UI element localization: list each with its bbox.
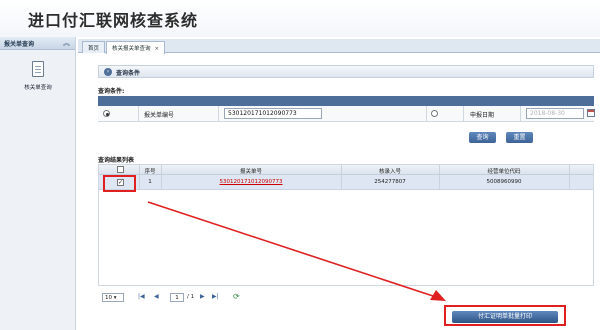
- declaration-no-label: 报关单编号: [144, 112, 175, 119]
- calendar-icon[interactable]: [587, 109, 595, 117]
- close-icon[interactable]: ×: [155, 46, 160, 52]
- results-title: 查询结果列表: [98, 157, 135, 164]
- sidebar: 报关单查询 ︽ 核关单查询: [0, 37, 76, 330]
- refresh-icon[interactable]: ⟳: [233, 292, 240, 301]
- tab-bar: 首页 核关报关单查询 ×: [78, 39, 600, 54]
- divider: [520, 106, 521, 121]
- results-table: 序号 报关单号 核录入号 经营单位代码 ✓ 1 5301201710120907…: [98, 164, 594, 286]
- total-pages: / 1: [187, 294, 195, 300]
- tab-home-label: 首页: [88, 46, 100, 52]
- declare-date-label: 申报日期: [470, 112, 495, 119]
- page-size-select[interactable]: 10 ▾: [102, 293, 124, 302]
- chevron-up-icon[interactable]: ︽: [63, 38, 70, 48]
- divider: [569, 165, 570, 174]
- declaration-no-radio[interactable]: [103, 110, 110, 117]
- sidebar-section-header[interactable]: 报关单查询 ︽: [0, 37, 75, 50]
- page-size-value: 10: [105, 295, 112, 301]
- divider: [463, 106, 464, 121]
- declaration-no-link[interactable]: 530120171012090773: [161, 179, 341, 185]
- tab-home[interactable]: 首页: [82, 41, 106, 53]
- tab-declaration-query[interactable]: 核关报关单查询 ×: [106, 41, 166, 54]
- prev-page-icon[interactable]: ◀: [154, 293, 159, 300]
- query-form-header: [98, 96, 594, 106]
- last-page-icon[interactable]: ▶|: [212, 293, 219, 300]
- next-page-icon[interactable]: ▶: [200, 293, 205, 300]
- app-header: 进口付汇联网核查系统: [0, 0, 600, 37]
- expand-circle-icon[interactable]: ›: [104, 68, 112, 76]
- query-section-header: › 查询条件: [98, 65, 594, 78]
- declaration-no-input[interactable]: 530120171012090773: [224, 108, 322, 119]
- select-all-checkbox[interactable]: [117, 166, 124, 173]
- first-page-icon[interactable]: |◀: [138, 293, 145, 300]
- col-company-code: 经营单位代码: [487, 169, 521, 175]
- document-icon: [32, 61, 44, 77]
- page-number-input[interactable]: 1: [170, 293, 184, 302]
- table-row[interactable]: ✓ 1 530120171012090773 254277807 5008960…: [99, 175, 593, 190]
- col-declaration-no: 报关单号: [239, 169, 262, 175]
- divider: [138, 106, 139, 121]
- pagination-bar: 10 ▾ |◀ ◀ 1 / 1 ▶ ▶| ⟳: [98, 292, 594, 304]
- sidebar-item-declaration-query[interactable]: 核关单查询: [0, 61, 76, 101]
- divider: [218, 106, 219, 121]
- query-condition-label: 查询条件:: [98, 88, 125, 95]
- app-title: 进口付汇联网核查系统: [28, 11, 199, 30]
- results-header-row: 序号 报关单号 核录入号 经营单位代码: [99, 165, 593, 175]
- query-form: 报关单编号 530120171012090773 申报日期 2018-08-30: [98, 96, 595, 122]
- row-checkbox[interactable]: ✓: [117, 179, 124, 186]
- col-entry-no: 核录入号: [378, 169, 401, 175]
- reset-button[interactable]: 重置: [506, 132, 533, 143]
- row-company-code: 5008960990: [486, 179, 522, 185]
- query-button[interactable]: 查询: [469, 132, 496, 143]
- row-entry-no: 254277807: [374, 179, 406, 185]
- col-index: 序号: [144, 169, 156, 175]
- sidebar-section-title: 报关单查询: [4, 41, 35, 48]
- divider: [569, 175, 570, 189]
- declare-date-radio[interactable]: [431, 110, 438, 117]
- sidebar-item-label: 核关单查询: [24, 85, 52, 91]
- row-index: 1: [148, 179, 152, 185]
- tab-declaration-query-label: 核关报关单查询: [112, 46, 151, 52]
- query-section-title: 查询条件: [116, 70, 141, 77]
- divider: [426, 106, 427, 121]
- batch-print-button[interactable]: 付汇证明单批量打印: [452, 311, 558, 323]
- declare-date-input[interactable]: 2018-08-30: [526, 108, 584, 119]
- query-form-row: 报关单编号 530120171012090773 申报日期 2018-08-30: [98, 106, 595, 122]
